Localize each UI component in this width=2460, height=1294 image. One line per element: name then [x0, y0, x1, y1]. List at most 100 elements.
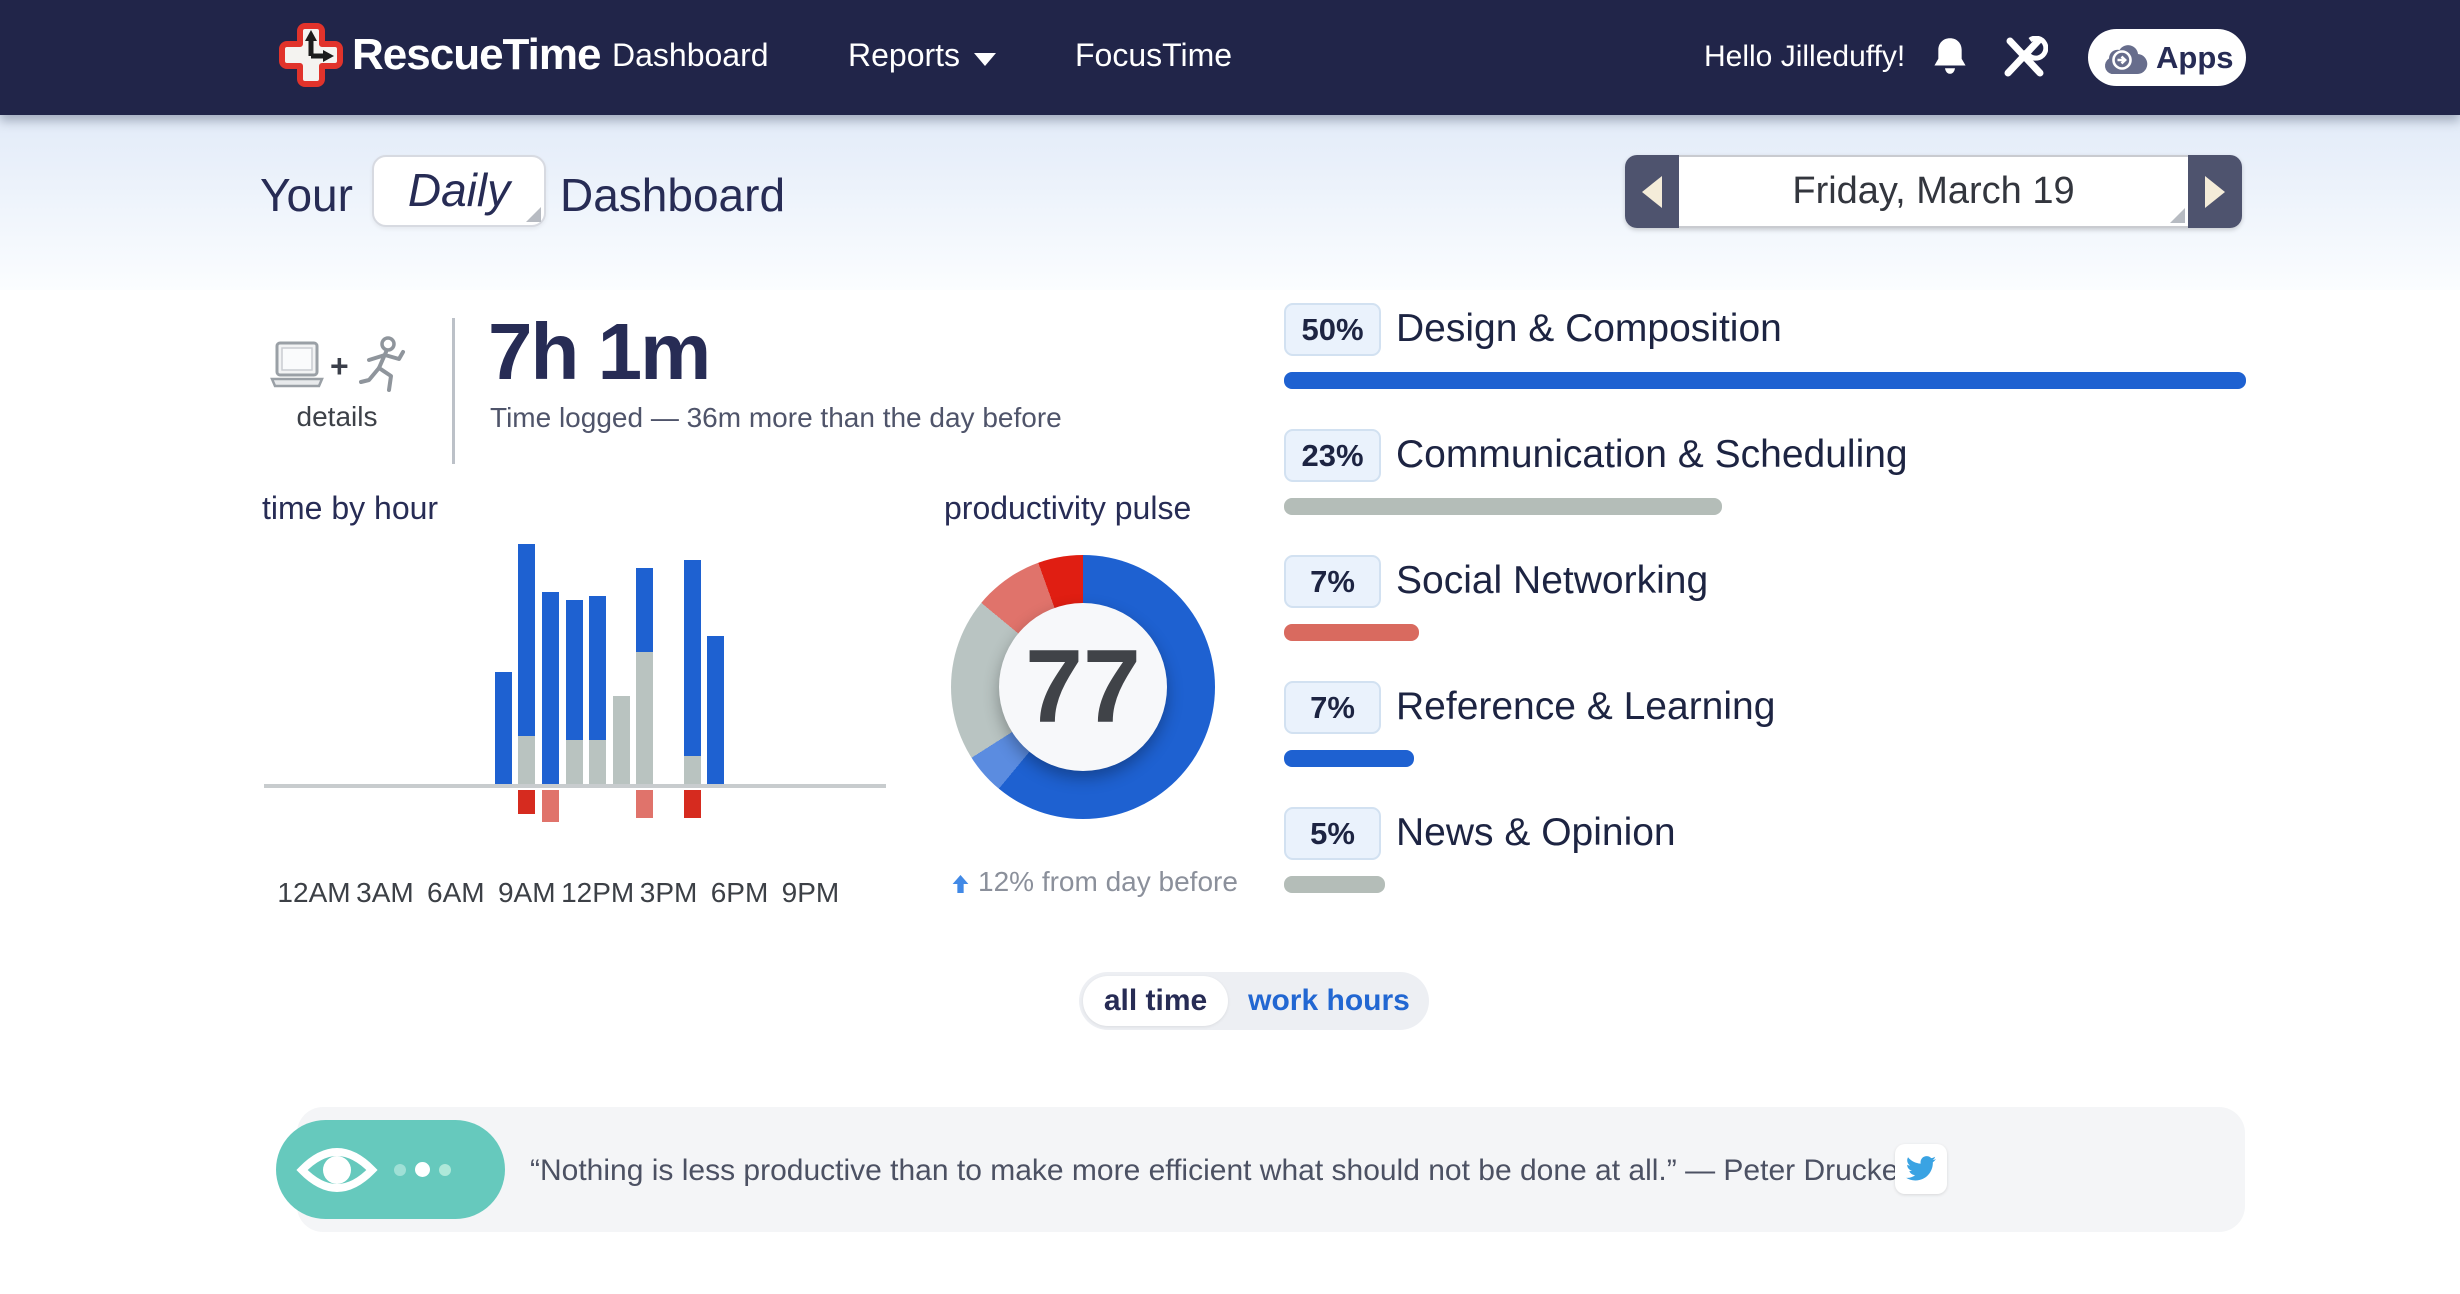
quote-brand-pill — [276, 1120, 505, 1219]
hour-bar-9am — [518, 544, 536, 784]
hour-bar-2pm — [636, 568, 654, 784]
running-person-icon — [358, 336, 405, 392]
time-scope-toggle: all time work hours — [1079, 972, 1429, 1030]
category-label[interactable]: Reference & Learning — [1396, 685, 1775, 729]
category-percent-badge: 5% — [1284, 807, 1381, 860]
rescuetime-logo-icon[interactable] — [278, 22, 344, 95]
twitter-bird-icon — [1906, 1156, 1936, 1181]
settings-tools-icon[interactable] — [2000, 35, 2049, 85]
ellipsis-dots-icon — [394, 1162, 451, 1177]
productive-segment — [565, 600, 583, 740]
hour-bar-10am — [541, 592, 559, 784]
neutral-segment — [589, 740, 607, 784]
toggle-all-time[interactable]: all time — [1083, 976, 1228, 1026]
x-axis-label: 9PM — [781, 877, 840, 908]
dropdown-grip-icon — [2170, 208, 2185, 223]
distracting-segment — [636, 790, 654, 818]
category-percent-badge: 7% — [1284, 681, 1381, 734]
user-greeting: Hello Jilleduffy! — [1704, 40, 1906, 73]
notifications-bell-icon[interactable] — [1932, 36, 1968, 81]
time-logged-note: Time logged — 36m more than the day befo… — [490, 402, 1062, 433]
devices-icons: + — [270, 336, 410, 396]
nav-item-reports[interactable]: Reports — [848, 37, 997, 74]
neutral-segment — [518, 736, 536, 784]
apps-button-label: Apps — [2156, 39, 2234, 75]
next-day-button[interactable] — [2188, 155, 2242, 228]
chevron-down-icon — [974, 53, 997, 66]
x-axis-label: 6AM — [427, 877, 485, 908]
x-axis-label: 6PM — [710, 877, 769, 908]
toggle-work-hours[interactable]: work hours — [1239, 976, 1419, 1026]
date-selector: Friday, March 19 — [1625, 155, 2242, 228]
productive-segment — [589, 596, 607, 740]
hour-bar-8am — [494, 672, 512, 784]
category-percent-badge: 7% — [1284, 555, 1381, 608]
category-bar — [1284, 624, 1419, 641]
laptop-icon — [270, 341, 324, 388]
category-bar — [1284, 876, 1385, 893]
nav-item-focustime[interactable]: FocusTime — [1075, 37, 1232, 74]
productivity-pulse-donut: 77 — [951, 555, 1215, 819]
hour-bar-4pm — [683, 560, 701, 784]
very_distracting-segment — [518, 790, 536, 814]
cloud-apps-icon — [2104, 44, 2148, 74]
productive-segment — [636, 568, 654, 652]
pulse-change-note: 12% from day before — [951, 866, 1238, 898]
arrow-right-icon — [2205, 175, 2225, 208]
view-selector-value: Daily — [407, 164, 511, 216]
page-title-suffix: Dashboard — [560, 169, 786, 221]
neutral-segment — [636, 652, 654, 784]
x-axis-label: 9AM — [497, 877, 556, 908]
donut-center: 77 — [999, 603, 1167, 771]
category-label[interactable]: Design & Composition — [1396, 307, 1782, 351]
rescuetime-dashboard: RescueTime Dashboard Reports FocusTime H… — [0, 0, 2460, 1294]
hour-bar-5pm — [707, 636, 725, 784]
productive-segment — [707, 636, 725, 784]
x-axis-label: 12AM — [277, 877, 351, 908]
productive-segment — [494, 672, 512, 784]
category-label[interactable]: Communication & Scheduling — [1396, 433, 1908, 477]
top-nav: RescueTime Dashboard Reports FocusTime H… — [0, 0, 2460, 115]
view-selector-dropdown[interactable]: Daily — [372, 155, 546, 227]
arrow-left-icon — [1642, 175, 1662, 208]
category-percent-badge: 50% — [1284, 303, 1381, 356]
neutral-segment — [565, 740, 583, 784]
divider — [452, 318, 455, 464]
details-link[interactable]: details — [262, 401, 412, 433]
very_distracting-segment — [683, 790, 701, 818]
category-label[interactable]: Social Networking — [1396, 559, 1708, 603]
apps-button[interactable]: Apps — [2088, 29, 2246, 86]
chart-axis-line — [264, 784, 886, 788]
time-by-hour-title: time by hour — [262, 490, 439, 526]
x-axis-label: 12PM — [561, 877, 635, 908]
category-bar — [1284, 498, 1722, 515]
brand-name[interactable]: RescueTime — [352, 30, 601, 80]
category-bar — [1284, 372, 2246, 389]
tweet-share-button[interactable] — [1895, 1144, 1947, 1194]
productivity-pulse-title: productivity pulse — [944, 490, 1192, 526]
previous-day-button[interactable] — [1625, 155, 1679, 228]
time-by-hour-chart: 12AM 3AM 6AM 9AM 12PM 3PM 6PM 9PM — [264, 530, 888, 910]
quote-text: “Nothing is less productive than to make… — [530, 1154, 1909, 1187]
date-label: Friday, March 19 — [1792, 170, 2075, 212]
category-percent-badge: 23% — [1284, 429, 1381, 482]
distracting-segment — [541, 790, 559, 822]
neutral-segment — [683, 756, 701, 784]
time-logged-value: 7h 1m — [488, 307, 711, 396]
page-title-prefix: Your — [260, 169, 353, 221]
eye-icon — [296, 1147, 378, 1192]
neutral-segment — [612, 696, 630, 784]
category-label[interactable]: News & Opinion — [1396, 811, 1676, 855]
x-axis-label: 3AM — [356, 877, 414, 908]
hour-bar-12pm — [589, 596, 607, 784]
category-bar — [1284, 750, 1414, 767]
hour-bar-1pm — [612, 696, 630, 784]
plus-glyph: + — [330, 347, 349, 384]
pulse-score: 77 — [1025, 628, 1141, 745]
x-axis-label: 3PM — [639, 877, 698, 908]
date-display-dropdown[interactable]: Friday, March 19 — [1679, 155, 2188, 228]
nav-item-dashboard[interactable]: Dashboard — [612, 37, 769, 74]
hour-bar-11am — [565, 600, 583, 784]
pulse-change-text: 12% from day before — [978, 866, 1238, 897]
productive-segment — [518, 544, 536, 736]
